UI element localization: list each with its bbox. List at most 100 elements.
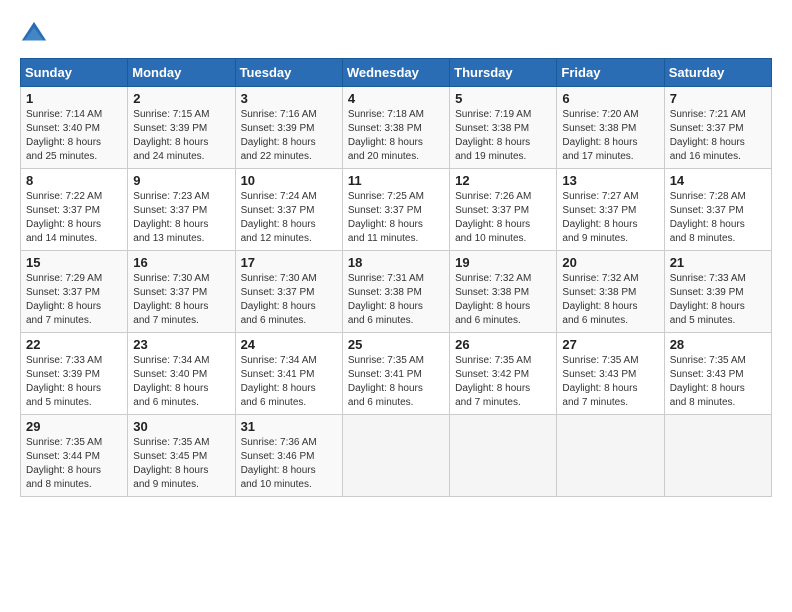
day-info: Sunrise: 7:24 AMSunset: 3:37 PMDaylight:…: [241, 191, 317, 244]
day-number: 18: [348, 255, 444, 270]
calendar-cell: 22 Sunrise: 7:33 AMSunset: 3:39 PMDaylig…: [21, 333, 128, 415]
day-info: Sunrise: 7:22 AMSunset: 3:37 PMDaylight:…: [26, 191, 102, 244]
calendar-cell: 28 Sunrise: 7:35 AMSunset: 3:43 PMDaylig…: [664, 333, 771, 415]
calendar-week-row: 8 Sunrise: 7:22 AMSunset: 3:37 PMDayligh…: [21, 169, 772, 251]
day-info: Sunrise: 7:21 AMSunset: 3:37 PMDaylight:…: [670, 109, 746, 162]
calendar-cell: 4 Sunrise: 7:18 AMSunset: 3:38 PMDayligh…: [342, 87, 449, 169]
day-info: Sunrise: 7:36 AMSunset: 3:46 PMDaylight:…: [241, 437, 317, 490]
day-info: Sunrise: 7:25 AMSunset: 3:37 PMDaylight:…: [348, 191, 424, 244]
day-info: Sunrise: 7:35 AMSunset: 3:43 PMDaylight:…: [670, 355, 746, 408]
calendar-cell: 29 Sunrise: 7:35 AMSunset: 3:44 PMDaylig…: [21, 415, 128, 497]
day-info: Sunrise: 7:35 AMSunset: 3:41 PMDaylight:…: [348, 355, 424, 408]
day-number: 19: [455, 255, 551, 270]
calendar-cell: 14 Sunrise: 7:28 AMSunset: 3:37 PMDaylig…: [664, 169, 771, 251]
day-number: 1: [26, 91, 122, 106]
day-info: Sunrise: 7:27 AMSunset: 3:37 PMDaylight:…: [562, 191, 638, 244]
day-number: 30: [133, 419, 229, 434]
calendar-cell: 3 Sunrise: 7:16 AMSunset: 3:39 PMDayligh…: [235, 87, 342, 169]
col-header-tuesday: Tuesday: [235, 59, 342, 87]
day-info: Sunrise: 7:33 AMSunset: 3:39 PMDaylight:…: [670, 273, 746, 326]
calendar-cell: 19 Sunrise: 7:32 AMSunset: 3:38 PMDaylig…: [450, 251, 557, 333]
day-number: 20: [562, 255, 658, 270]
calendar-week-row: 22 Sunrise: 7:33 AMSunset: 3:39 PMDaylig…: [21, 333, 772, 415]
col-header-monday: Monday: [128, 59, 235, 87]
day-info: Sunrise: 7:32 AMSunset: 3:38 PMDaylight:…: [455, 273, 531, 326]
calendar-cell: 17 Sunrise: 7:30 AMSunset: 3:37 PMDaylig…: [235, 251, 342, 333]
col-header-thursday: Thursday: [450, 59, 557, 87]
day-number: 29: [26, 419, 122, 434]
day-info: Sunrise: 7:30 AMSunset: 3:37 PMDaylight:…: [133, 273, 209, 326]
day-info: Sunrise: 7:35 AMSunset: 3:43 PMDaylight:…: [562, 355, 638, 408]
day-number: 6: [562, 91, 658, 106]
day-info: Sunrise: 7:33 AMSunset: 3:39 PMDaylight:…: [26, 355, 102, 408]
calendar-cell: 26 Sunrise: 7:35 AMSunset: 3:42 PMDaylig…: [450, 333, 557, 415]
day-info: Sunrise: 7:19 AMSunset: 3:38 PMDaylight:…: [455, 109, 531, 162]
day-number: 7: [670, 91, 766, 106]
day-info: Sunrise: 7:30 AMSunset: 3:37 PMDaylight:…: [241, 273, 317, 326]
day-number: 12: [455, 173, 551, 188]
calendar-cell: 12 Sunrise: 7:26 AMSunset: 3:37 PMDaylig…: [450, 169, 557, 251]
day-info: Sunrise: 7:20 AMSunset: 3:38 PMDaylight:…: [562, 109, 638, 162]
day-number: 11: [348, 173, 444, 188]
day-info: Sunrise: 7:28 AMSunset: 3:37 PMDaylight:…: [670, 191, 746, 244]
calendar-cell: 21 Sunrise: 7:33 AMSunset: 3:39 PMDaylig…: [664, 251, 771, 333]
day-number: 10: [241, 173, 337, 188]
day-number: 8: [26, 173, 122, 188]
calendar-cell: 25 Sunrise: 7:35 AMSunset: 3:41 PMDaylig…: [342, 333, 449, 415]
calendar-cell: 7 Sunrise: 7:21 AMSunset: 3:37 PMDayligh…: [664, 87, 771, 169]
col-header-wednesday: Wednesday: [342, 59, 449, 87]
day-info: Sunrise: 7:16 AMSunset: 3:39 PMDaylight:…: [241, 109, 317, 162]
logo: [20, 20, 52, 48]
calendar-week-row: 1 Sunrise: 7:14 AMSunset: 3:40 PMDayligh…: [21, 87, 772, 169]
day-number: 2: [133, 91, 229, 106]
page-header: [20, 20, 772, 48]
calendar-cell: 5 Sunrise: 7:19 AMSunset: 3:38 PMDayligh…: [450, 87, 557, 169]
day-info: Sunrise: 7:26 AMSunset: 3:37 PMDaylight:…: [455, 191, 531, 244]
calendar-week-row: 15 Sunrise: 7:29 AMSunset: 3:37 PMDaylig…: [21, 251, 772, 333]
day-info: Sunrise: 7:34 AMSunset: 3:41 PMDaylight:…: [241, 355, 317, 408]
calendar-cell: 23 Sunrise: 7:34 AMSunset: 3:40 PMDaylig…: [128, 333, 235, 415]
day-number: 4: [348, 91, 444, 106]
day-number: 13: [562, 173, 658, 188]
calendar-cell: 2 Sunrise: 7:15 AMSunset: 3:39 PMDayligh…: [128, 87, 235, 169]
day-number: 23: [133, 337, 229, 352]
day-number: 15: [26, 255, 122, 270]
col-header-friday: Friday: [557, 59, 664, 87]
calendar-cell: 6 Sunrise: 7:20 AMSunset: 3:38 PMDayligh…: [557, 87, 664, 169]
calendar-cell: 11 Sunrise: 7:25 AMSunset: 3:37 PMDaylig…: [342, 169, 449, 251]
calendar-cell: 30 Sunrise: 7:35 AMSunset: 3:45 PMDaylig…: [128, 415, 235, 497]
calendar-cell: 24 Sunrise: 7:34 AMSunset: 3:41 PMDaylig…: [235, 333, 342, 415]
calendar-cell: [450, 415, 557, 497]
day-info: Sunrise: 7:31 AMSunset: 3:38 PMDaylight:…: [348, 273, 424, 326]
day-number: 25: [348, 337, 444, 352]
calendar-cell: 15 Sunrise: 7:29 AMSunset: 3:37 PMDaylig…: [21, 251, 128, 333]
day-number: 17: [241, 255, 337, 270]
day-number: 27: [562, 337, 658, 352]
day-info: Sunrise: 7:35 AMSunset: 3:42 PMDaylight:…: [455, 355, 531, 408]
calendar-table: SundayMondayTuesdayWednesdayThursdayFrid…: [20, 58, 772, 497]
calendar-cell: 18 Sunrise: 7:31 AMSunset: 3:38 PMDaylig…: [342, 251, 449, 333]
day-number: 24: [241, 337, 337, 352]
calendar-week-row: 29 Sunrise: 7:35 AMSunset: 3:44 PMDaylig…: [21, 415, 772, 497]
col-header-sunday: Sunday: [21, 59, 128, 87]
day-info: Sunrise: 7:15 AMSunset: 3:39 PMDaylight:…: [133, 109, 209, 162]
calendar-cell: 27 Sunrise: 7:35 AMSunset: 3:43 PMDaylig…: [557, 333, 664, 415]
day-number: 3: [241, 91, 337, 106]
day-info: Sunrise: 7:35 AMSunset: 3:45 PMDaylight:…: [133, 437, 209, 490]
calendar-cell: [664, 415, 771, 497]
day-number: 21: [670, 255, 766, 270]
day-number: 9: [133, 173, 229, 188]
day-number: 14: [670, 173, 766, 188]
calendar-header-row: SundayMondayTuesdayWednesdayThursdayFrid…: [21, 59, 772, 87]
day-info: Sunrise: 7:32 AMSunset: 3:38 PMDaylight:…: [562, 273, 638, 326]
day-info: Sunrise: 7:34 AMSunset: 3:40 PMDaylight:…: [133, 355, 209, 408]
logo-icon: [20, 20, 48, 48]
calendar-cell: [557, 415, 664, 497]
calendar-cell: 8 Sunrise: 7:22 AMSunset: 3:37 PMDayligh…: [21, 169, 128, 251]
day-info: Sunrise: 7:23 AMSunset: 3:37 PMDaylight:…: [133, 191, 209, 244]
calendar-cell: 31 Sunrise: 7:36 AMSunset: 3:46 PMDaylig…: [235, 415, 342, 497]
day-number: 16: [133, 255, 229, 270]
calendar-cell: 1 Sunrise: 7:14 AMSunset: 3:40 PMDayligh…: [21, 87, 128, 169]
day-info: Sunrise: 7:14 AMSunset: 3:40 PMDaylight:…: [26, 109, 102, 162]
day-info: Sunrise: 7:29 AMSunset: 3:37 PMDaylight:…: [26, 273, 102, 326]
